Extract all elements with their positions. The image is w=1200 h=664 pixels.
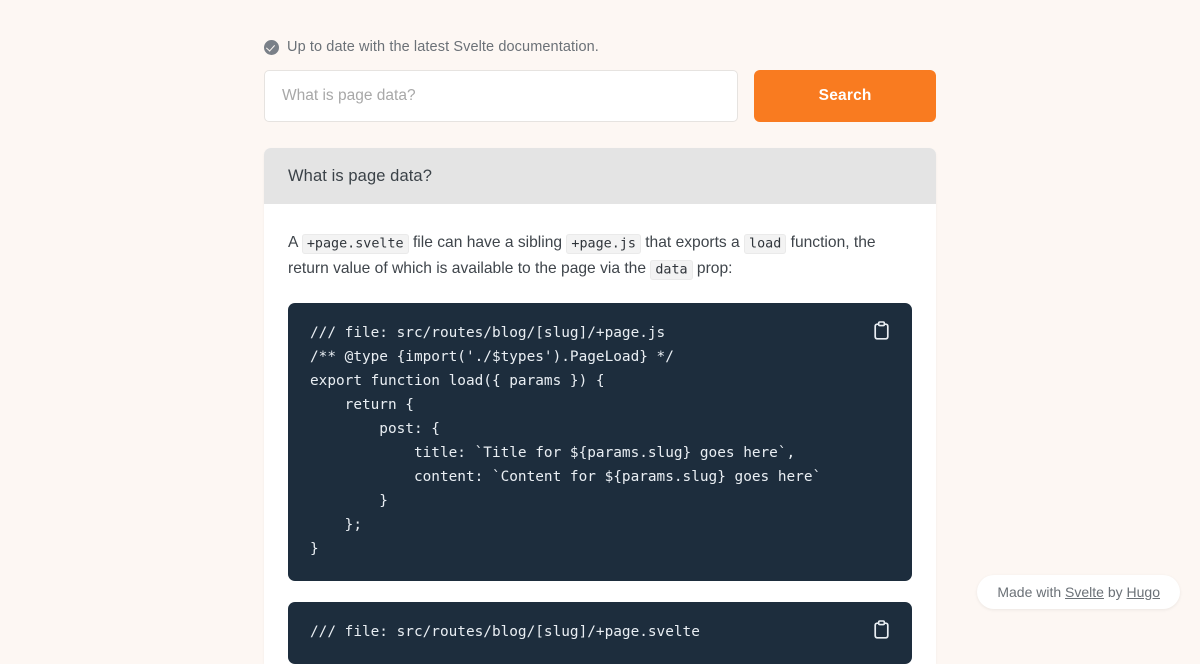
inline-code-page-js: +page.js [566, 233, 641, 254]
code-block: /// file: src/routes/blog/[slug]/+page.j… [288, 303, 912, 581]
search-input[interactable] [264, 70, 739, 122]
page-root: Up to date with the latest Svelte docume… [0, 0, 1200, 664]
result-title: What is page data? [288, 167, 432, 185]
para-text-3: that exports a [640, 234, 745, 251]
made-with-middle: by [1103, 584, 1127, 600]
code-content: /// file: src/routes/blog/[slug]/+page.j… [310, 325, 822, 557]
status-line: Up to date with the latest Svelte docume… [264, 38, 936, 56]
content-container: Up to date with the latest Svelte docume… [264, 0, 936, 664]
status-text: Up to date with the latest Svelte docume… [287, 39, 599, 55]
para-text-5: prop: [692, 260, 733, 277]
result-header: What is page data? [264, 148, 936, 204]
inline-code-data: data [650, 259, 693, 280]
result-paragraph: A +page.svelte file can have a sibling +… [288, 230, 912, 282]
para-text-1: A [288, 234, 302, 251]
result-body: A +page.svelte file can have a sibling +… [264, 204, 936, 664]
inline-code-page-svelte: +page.svelte [301, 233, 409, 254]
clipboard-icon [873, 320, 889, 340]
result-card: What is page data? A +page.svelte file c… [264, 148, 936, 664]
code-content: /// file: src/routes/blog/[slug]/+page.s… [310, 624, 700, 640]
hugo-link[interactable]: Hugo [1127, 584, 1160, 600]
search-row: Search [264, 70, 936, 122]
search-button[interactable]: Search [754, 70, 936, 122]
inline-code-load: load [744, 233, 787, 254]
clipboard-icon [873, 619, 889, 639]
svelte-link[interactable]: Svelte [1065, 584, 1104, 600]
made-with-badge: Made with Svelte by Hugo [977, 575, 1180, 609]
check-circle-icon [264, 39, 279, 55]
code-block: /// file: src/routes/blog/[slug]/+page.s… [288, 602, 912, 664]
made-with-prefix: Made with [997, 584, 1066, 600]
copy-to-clipboard-button[interactable] [866, 315, 896, 345]
copy-to-clipboard-button[interactable] [866, 614, 896, 644]
para-text-2: file can have a sibling [408, 234, 567, 251]
